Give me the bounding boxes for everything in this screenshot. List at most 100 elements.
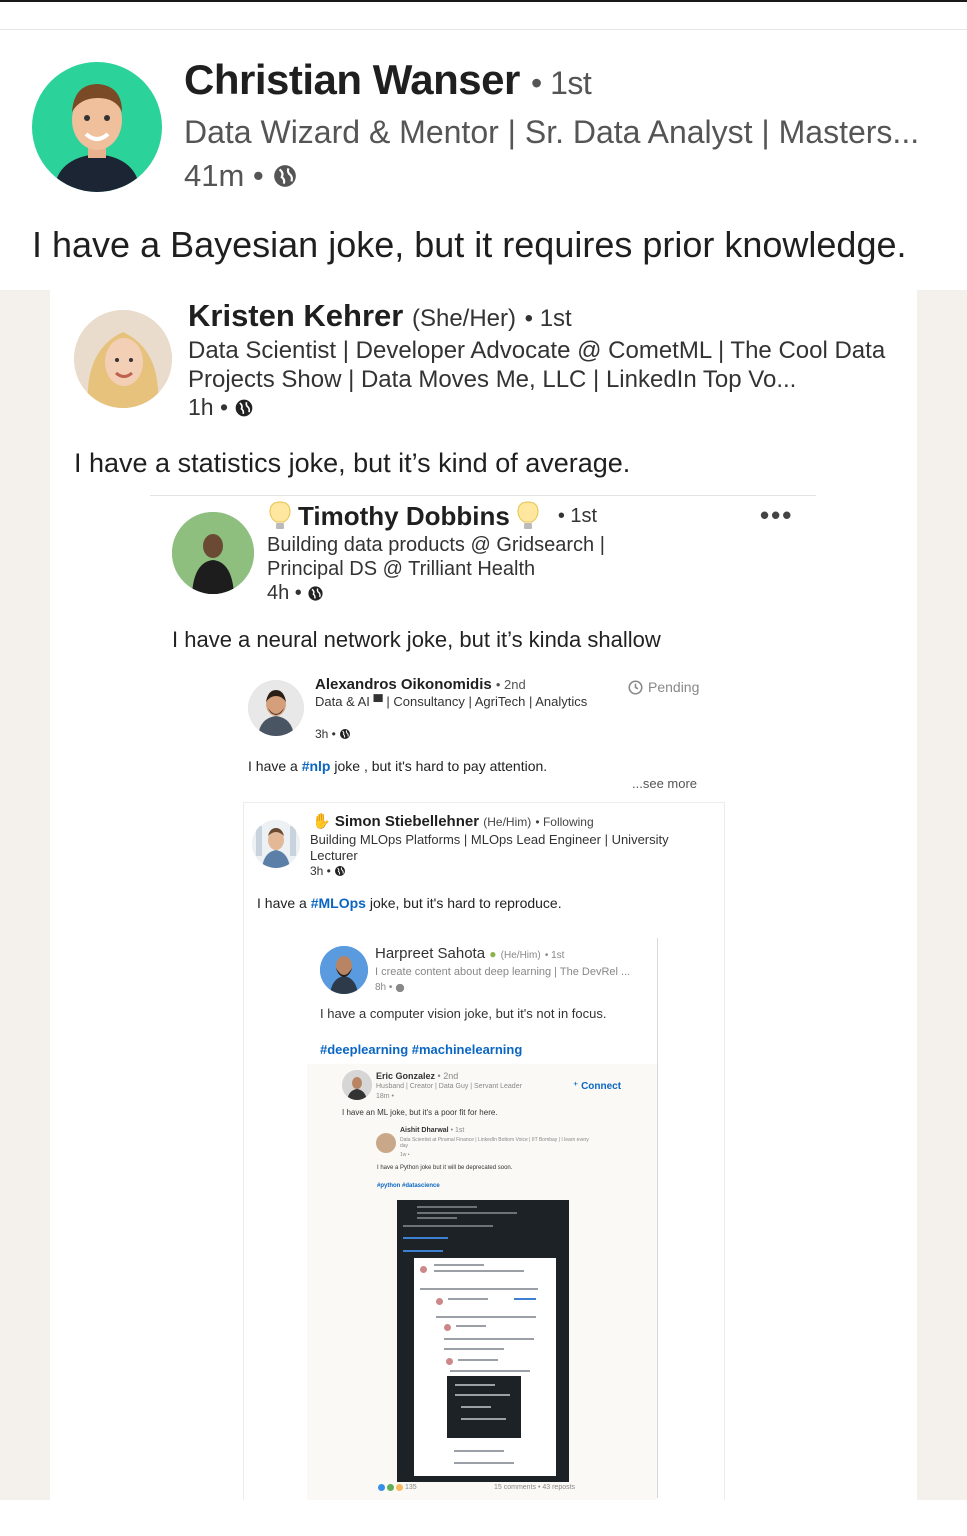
avatar[interactable] bbox=[32, 62, 162, 192]
pronouns: (She/Her) bbox=[411, 305, 517, 332]
author-name-text[interactable]: Alexandros Oikonomidis bbox=[315, 676, 492, 693]
post-text-before: I have a bbox=[257, 895, 311, 911]
divider bbox=[657, 938, 658, 1498]
nested-post-screenshot[interactable] bbox=[414, 1258, 556, 1476]
connection-degree: • 1st bbox=[450, 1127, 465, 1134]
connection-degree: • 1st bbox=[524, 305, 572, 332]
post-time: 1h • bbox=[188, 394, 229, 420]
post-text: I have a #nlp joke , but it's hard to pa… bbox=[248, 758, 547, 774]
author-name-text[interactable]: Simon Stiebellehner bbox=[335, 813, 479, 830]
wave-icon: ✋ bbox=[312, 813, 331, 830]
illegible-text bbox=[444, 1348, 504, 1350]
avatar[interactable] bbox=[248, 680, 304, 736]
globe-icon bbox=[334, 866, 345, 876]
post-time: 18m • bbox=[376, 1093, 395, 1100]
divider bbox=[150, 495, 816, 496]
author-name-text[interactable]: Timothy Dobbins bbox=[298, 501, 510, 532]
globe-icon bbox=[339, 729, 350, 739]
post-text: I have a Python joke but it will be depr… bbox=[377, 1165, 513, 1171]
illegible-text bbox=[456, 1325, 486, 1327]
post-time: 1w • bbox=[400, 1152, 410, 1158]
connection-degree: • 2nd bbox=[437, 1071, 459, 1081]
author-headline: Data & AI ▀ | Consultancy | AgriTech | A… bbox=[315, 694, 588, 709]
hashtag-link[interactable]: #MLOps bbox=[311, 895, 366, 911]
illegible-text bbox=[455, 1394, 510, 1396]
lightbulb-icon bbox=[517, 501, 539, 529]
avatar bbox=[420, 1266, 427, 1273]
author-name[interactable]: Alexandros Oikonomidis • 2nd bbox=[315, 676, 526, 693]
illegible-text bbox=[455, 1384, 495, 1386]
pronouns: (He/Him) bbox=[500, 950, 541, 961]
author-name[interactable]: Christian Wanser • 1st bbox=[184, 56, 592, 104]
see-more-link[interactable]: ...see more bbox=[632, 776, 697, 791]
avocado-icon: ● bbox=[489, 947, 497, 961]
illegible-text bbox=[450, 1370, 530, 1372]
author-name[interactable]: Kristen Kehrer (She/Her) • 1st bbox=[188, 298, 572, 334]
post-text: I have a #MLOps joke, but it's hard to r… bbox=[257, 895, 562, 911]
illegible-text bbox=[436, 1316, 536, 1318]
author-name[interactable]: Harpreet Sahota ● (He/Him) • 1st bbox=[375, 945, 564, 962]
avatar[interactable] bbox=[376, 1133, 396, 1153]
connection-degree: • 2nd bbox=[495, 677, 526, 692]
avatar[interactable] bbox=[172, 512, 254, 594]
lightbulb-icon bbox=[269, 501, 291, 529]
connection-degree: • 1st bbox=[557, 504, 598, 527]
illegible-text bbox=[403, 1225, 493, 1227]
author-headline: Husband | Creator | Data Guy | Servant L… bbox=[376, 1083, 522, 1090]
author-name-text[interactable]: Kristen Kehrer bbox=[188, 298, 403, 333]
post-meta: 1h • bbox=[188, 394, 254, 421]
author-name[interactable]: ✋ Simon Stiebellehner (He/Him) • Followi… bbox=[312, 812, 594, 830]
author-headline: Data Wizard & Mentor | Sr. Data Analyst … bbox=[184, 114, 920, 150]
post-text: I have an ML joke, but it's a poor fit f… bbox=[342, 1108, 498, 1117]
illegible-text bbox=[417, 1217, 457, 1219]
post-time: 8h • bbox=[375, 982, 393, 993]
illegible-text bbox=[420, 1288, 538, 1290]
nested-post-screenshot[interactable] bbox=[447, 1376, 521, 1438]
page-margin-right bbox=[917, 290, 967, 1500]
globe-icon bbox=[235, 399, 253, 416]
post-text: I have a computer vision joke, but it's … bbox=[320, 1006, 607, 1021]
author-name-text[interactable]: Christian Wanser bbox=[184, 56, 520, 103]
author-name[interactable]: Aishit Dharwal • 1st bbox=[400, 1127, 464, 1134]
illegible-text bbox=[461, 1406, 491, 1408]
post-text-before: I have a bbox=[248, 758, 302, 774]
avatar[interactable] bbox=[74, 310, 172, 408]
author-name[interactable]: Timothy Dobbins • 1st bbox=[268, 500, 597, 532]
celebrate-reaction-icon bbox=[387, 1484, 394, 1491]
post-text-after: joke, but it's hard to reproduce. bbox=[365, 895, 562, 911]
clock-icon bbox=[628, 679, 643, 695]
post-meta: 41m • bbox=[184, 158, 298, 194]
hashtag-links[interactable]: #deeplearning #machinelearning bbox=[320, 1042, 522, 1057]
connect-button[interactable]: ⁺ Connect bbox=[573, 1081, 621, 1092]
post-meta: 4h • bbox=[267, 582, 324, 605]
more-options-button[interactable]: ••• bbox=[760, 500, 793, 531]
page-margin-left bbox=[0, 290, 50, 1500]
globe-icon bbox=[396, 983, 405, 992]
illegible-hashtag bbox=[403, 1237, 448, 1239]
hashtag-links[interactable]: #python #datascience bbox=[377, 1183, 440, 1189]
post-time: 3h • bbox=[310, 864, 331, 878]
author-name-text[interactable]: Eric Gonzalez bbox=[376, 1071, 435, 1081]
illegible-text bbox=[417, 1212, 517, 1214]
connect-label: Connect bbox=[581, 1081, 622, 1092]
hashtag-link[interactable]: #nlp bbox=[302, 758, 331, 774]
illegible-text bbox=[458, 1359, 498, 1361]
author-headline: Data Scientist | Developer Advocate @ Co… bbox=[188, 337, 886, 393]
post-text: I have a statistics joke, but it’s kind … bbox=[74, 448, 631, 478]
reaction-count[interactable]: 135 bbox=[378, 1484, 417, 1491]
illegible-text bbox=[434, 1264, 484, 1266]
avatar[interactable] bbox=[252, 820, 300, 868]
illegible-text bbox=[434, 1270, 524, 1272]
post-meta: 8h • bbox=[375, 982, 405, 993]
author-name[interactable]: Eric Gonzalez • 2nd bbox=[376, 1071, 458, 1081]
pending-status[interactable]: Pending bbox=[628, 679, 699, 695]
connection-degree: • 1st bbox=[544, 950, 565, 961]
author-name-text[interactable]: Aishit Dharwal bbox=[400, 1127, 449, 1134]
author-name-text[interactable]: Harpreet Sahota bbox=[375, 945, 485, 962]
avatar[interactable] bbox=[320, 946, 368, 994]
illegible-text bbox=[461, 1418, 506, 1420]
illegible-text bbox=[444, 1338, 534, 1340]
comments-reposts-count[interactable]: 15 comments • 43 reposts bbox=[494, 1484, 575, 1491]
avatar[interactable] bbox=[342, 1070, 372, 1100]
avatar bbox=[446, 1358, 453, 1365]
